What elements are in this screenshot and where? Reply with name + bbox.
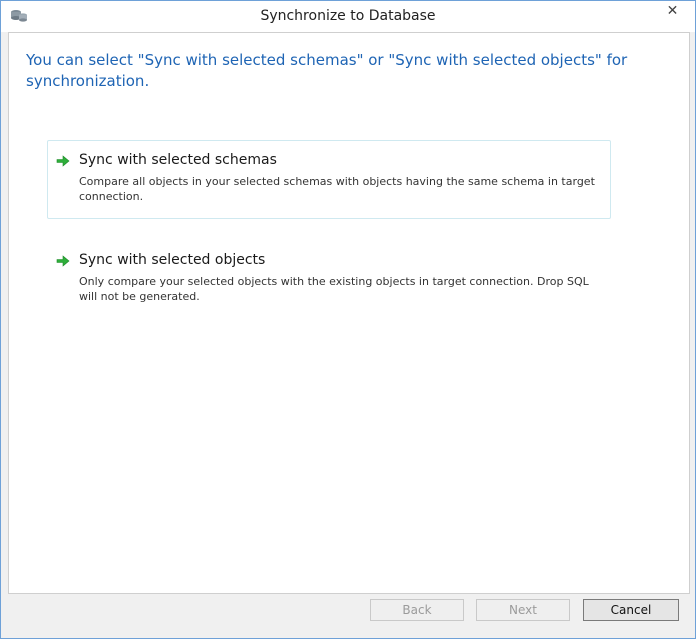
window-title: Synchronize to Database <box>260 8 436 24</box>
close-button[interactable]: ✕ <box>656 1 689 21</box>
cancel-button[interactable]: Cancel <box>583 599 679 621</box>
intro-text: You can select "Sync with selected schem… <box>26 51 628 90</box>
green-arrow-icon <box>56 153 70 167</box>
dialog-content: You can select "Sync with selected schem… <box>8 32 690 594</box>
title-bar: Synchronize to Database ✕ <box>1 1 695 32</box>
back-button[interactable]: Back <box>370 599 464 621</box>
option-description: Only compare your selected objects with … <box>79 275 589 303</box>
close-icon: ✕ <box>666 3 679 19</box>
option-sync-objects[interactable]: Sync with selected objects Only compare … <box>47 240 611 319</box>
option-title: Sync with selected schemas <box>79 152 277 168</box>
next-button[interactable]: Next <box>476 599 570 621</box>
option-description: Compare all objects in your selected sch… <box>79 175 595 203</box>
option-title: Sync with selected objects <box>79 252 266 268</box>
synchronize-dialog: Synchronize to Database ✕ You can select… <box>0 0 696 639</box>
green-arrow-icon <box>56 253 70 267</box>
option-sync-schemas[interactable]: Sync with selected schemas Compare all o… <box>47 140 611 219</box>
